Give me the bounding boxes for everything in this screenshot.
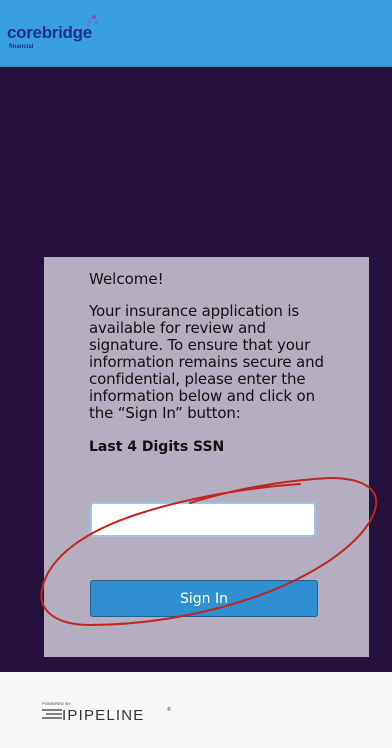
sign-in-card: Welcome! Your insurance application is a… xyxy=(44,257,369,657)
ssn-label: Last 4 Digits SSN xyxy=(89,439,225,455)
logo-subtext: financial xyxy=(9,44,34,50)
logo-dots-icon xyxy=(86,15,98,27)
intro-text: Your insurance application is available … xyxy=(89,302,324,422)
sign-in-button[interactable]: Sign In xyxy=(90,580,318,617)
login-stage: Welcome! Your insurance application is a… xyxy=(0,67,392,672)
corebridge-logo[interactable]: corebridge financial xyxy=(0,12,101,66)
trademark-mark: ® xyxy=(167,707,171,713)
welcome-heading: Welcome! xyxy=(89,270,164,288)
ipipeline-lines-icon xyxy=(42,709,62,719)
ipipeline-logo[interactable]: IPIPELINE xyxy=(62,707,145,724)
ssn-input[interactable] xyxy=(90,502,316,537)
app-header: corebridge financial xyxy=(0,0,392,67)
logo-wordmark: corebridge xyxy=(7,23,92,42)
